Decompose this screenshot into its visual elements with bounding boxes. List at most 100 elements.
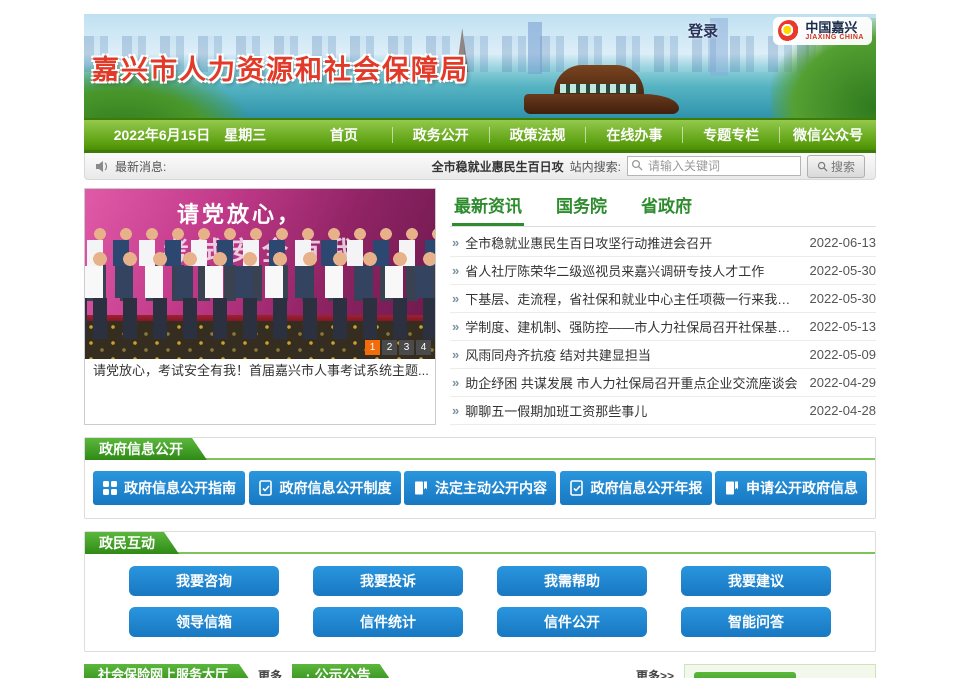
speaker-icon — [95, 160, 109, 173]
news-date: 2022-04-29 — [810, 375, 877, 390]
campaign-text: 全市稳就业惠民生百日攻 — [432, 158, 564, 175]
nav-item-gov-public[interactable]: 政务公开 — [393, 125, 489, 145]
section-title-flag: 政民互动 — [85, 532, 179, 554]
nav-item-special[interactable]: 专题专栏 — [683, 125, 779, 145]
carousel-photo[interactable]: 请党放心， 考试安全有我 1 2 3 4 — [85, 189, 435, 359]
jiaxing-logo-icon — [778, 20, 800, 42]
news-date: 2022-05-30 — [810, 263, 877, 278]
social-hall-title-flag: 社会保险网上服务大厅 — [84, 664, 254, 678]
btn-leader-mailbox[interactable]: 领导信箱 — [129, 607, 279, 637]
btn-smart-qa[interactable]: 智能问答 — [681, 607, 831, 637]
photo-carousel: 请党放心， 考试安全有我 1 2 3 4 请党放心，考试安全有我！首届嘉兴市人事… — [84, 188, 436, 425]
news-title: 学制度、建机制、强防控——市人力社保局召开社保基金要情专题学习会 — [465, 317, 797, 336]
magnifier-icon — [631, 159, 643, 171]
photo-people-front-row — [85, 251, 435, 339]
site-search-label: 站内搜索: — [570, 158, 621, 175]
main-navbar: 2022年6月15日 星期三 首页 政务公开 政策法规 在线办事 专题专栏 微信… — [84, 118, 876, 153]
news-title: 风雨同舟齐抗疫 结对共建显担当 — [465, 345, 797, 364]
arrow-marker-icon: » — [452, 291, 459, 306]
search-button[interactable]: 搜索 — [807, 155, 865, 178]
ticker-label: 最新消息: — [115, 158, 166, 175]
news-title: 下基层、走流程，省社保和就业中心主任项薇一行来我市调研“国统”上线情况 — [465, 289, 797, 308]
doc-check-icon — [258, 480, 274, 496]
doc-check-icon — [569, 480, 585, 496]
arrow-marker-icon: » — [452, 235, 459, 250]
book-icon — [413, 480, 429, 496]
button-label: 政府信息公开指南 — [124, 478, 236, 498]
btn-info-guide[interactable]: 政府信息公开指南 — [93, 471, 245, 505]
nav-item-online[interactable]: 在线办事 — [586, 125, 682, 145]
news-date: 2022-06-13 — [810, 235, 877, 250]
news-row[interactable]: » 全市稳就业惠民生百日攻坚行动推进会召开 2022-06-13 — [450, 229, 876, 257]
pager-page-4[interactable]: 4 — [416, 340, 431, 355]
tab-provincial-gov[interactable]: 省政府 — [639, 190, 694, 226]
btn-request-disclosure[interactable]: 申请公开政府信息 — [715, 471, 867, 505]
btn-consult[interactable]: 我要咨询 — [129, 566, 279, 596]
search-input[interactable] — [627, 156, 801, 176]
logo-text: 中国嘉兴 JIAXING CHINA — [805, 21, 864, 41]
recruitment-title-badge[interactable]: 事业单位招聘 — [694, 672, 796, 678]
tab-state-council[interactable]: 国务院 — [554, 190, 609, 226]
bottom-row: 社会保险网上服务大厅 更多 个人(单位)社保证明打印 办事指南 · 公示公告 更… — [84, 664, 876, 678]
pager-page-1[interactable]: 1 — [365, 340, 380, 355]
btn-letter-stats[interactable]: 信件统计 — [313, 607, 463, 637]
photo-slogan-line1: 请党放心， — [177, 197, 302, 229]
search-area: 全市稳就业惠民生百日攻 站内搜索: 搜索 — [432, 155, 865, 178]
news-row[interactable]: » 学制度、建机制、强防控——市人力社保局召开社保基金要情专题学习会 2022-… — [450, 313, 876, 341]
date-text: 2022年6月15日 — [114, 125, 211, 145]
nav-item-wechat[interactable]: 微信公众号 — [780, 125, 876, 145]
nav-item-policy[interactable]: 政策法规 — [490, 125, 586, 145]
carousel-pager: 1 2 3 4 — [365, 340, 431, 355]
site-title: 嘉兴市人力资源和社会保障局 — [92, 48, 469, 87]
jiaxing-logo[interactable]: 中国嘉兴 JIAXING CHINA — [773, 17, 872, 45]
logo-text-cn: 中国嘉兴 — [805, 21, 864, 34]
notices-more-link[interactable]: 更多>> — [636, 667, 674, 678]
btn-info-system[interactable]: 政府信息公开制度 — [249, 471, 401, 505]
site-banner: 嘉兴市人力资源和社会保障局 登录 中国嘉兴 JIAXING CHINA — [84, 14, 876, 118]
pager-page-3[interactable]: 3 — [399, 340, 414, 355]
social-hall-more-link[interactable]: 更多 — [258, 667, 282, 678]
news-date: 2022-05-09 — [810, 347, 877, 362]
grid-icon — [102, 480, 118, 496]
button-label: 法定主动公开内容 — [435, 478, 547, 498]
button-label: 政府信息公开制度 — [280, 478, 392, 498]
arrow-marker-icon: » — [452, 319, 459, 334]
login-link[interactable]: 登录 — [688, 20, 718, 41]
notices-title: 公示公告 — [315, 664, 371, 678]
boat-canopy — [554, 65, 644, 96]
tab-latest-news[interactable]: 最新资讯 — [452, 190, 524, 226]
social-hall-head: 社会保险网上服务大厅 更多 — [84, 664, 282, 678]
carousel-caption[interactable]: 请党放心，考试安全有我！首届嘉兴市人事考试系统主题... — [85, 359, 435, 382]
news-row[interactable]: » 省人社厅陈荣华二级巡视员来嘉兴调研专技人才工作 2022-05-30 — [450, 257, 876, 285]
button-label: 申请公开政府信息 — [746, 478, 858, 498]
btn-letter-public[interactable]: 信件公开 — [497, 607, 647, 637]
main-content-row: 请党放心， 考试安全有我 1 2 3 4 请党放心，考试安全有我！首届嘉兴市人事… — [84, 188, 876, 425]
news-title: 全市稳就业惠民生百日攻坚行动推进会召开 — [465, 233, 797, 252]
book-icon — [724, 480, 740, 496]
button-label: 政府信息公开年报 — [591, 478, 703, 498]
section-gov-info-public: 政府信息公开 政府信息公开指南 政府信息公开制度 法定主动公开内容 — [84, 437, 876, 519]
news-title: 省人社厅陈荣华二级巡视员来嘉兴调研专技人才工作 — [465, 261, 797, 280]
logo-text-en: JIAXING CHINA — [805, 34, 864, 41]
news-row[interactable]: » 风雨同舟齐抗疫 结对共建显担当 2022-05-09 — [450, 341, 876, 369]
news-row[interactable]: » 下基层、走流程，省社保和就业中心主任项薇一行来我市调研“国统”上线情况 20… — [450, 285, 876, 313]
nav-item-home[interactable]: 首页 — [296, 125, 392, 145]
pager-page-2[interactable]: 2 — [382, 340, 397, 355]
news-title: 助企纾困 共谋发展 市人力社保局召开重点企业交流座谈会 — [465, 373, 797, 392]
btn-annual-report[interactable]: 政府信息公开年报 — [560, 471, 712, 505]
bullet-icon: · — [306, 664, 311, 678]
search-button-magnifier-icon — [817, 161, 828, 172]
btn-complain[interactable]: 我要投诉 — [313, 566, 463, 596]
interaction-row-1: 我要咨询 我要投诉 我需帮助 我要建议 — [129, 566, 831, 596]
search-field-wrap — [627, 156, 801, 176]
page: 嘉兴市人力资源和社会保障局 登录 中国嘉兴 JIAXING CHINA 2022… — [84, 0, 876, 678]
news-panel: 最新资讯 国务院 省政府 » 全市稳就业惠民生百日攻坚行动推进会召开 2022-… — [450, 188, 876, 425]
news-row[interactable]: » 助企纾困 共谋发展 市人力社保局召开重点企业交流座谈会 2022-04-29 — [450, 369, 876, 397]
news-date: 2022-05-13 — [810, 319, 877, 334]
btn-legal-disclosure[interactable]: 法定主动公开内容 — [404, 471, 556, 505]
news-row[interactable]: » 聊聊五一假期加班工资那些事儿 2022-04-28 — [450, 397, 876, 425]
interaction-row-2: 领导信箱 信件统计 信件公开 智能问答 — [129, 607, 831, 637]
btn-suggest[interactable]: 我要建议 — [681, 566, 831, 596]
boat-hull — [524, 94, 679, 114]
btn-need-help[interactable]: 我需帮助 — [497, 566, 647, 596]
